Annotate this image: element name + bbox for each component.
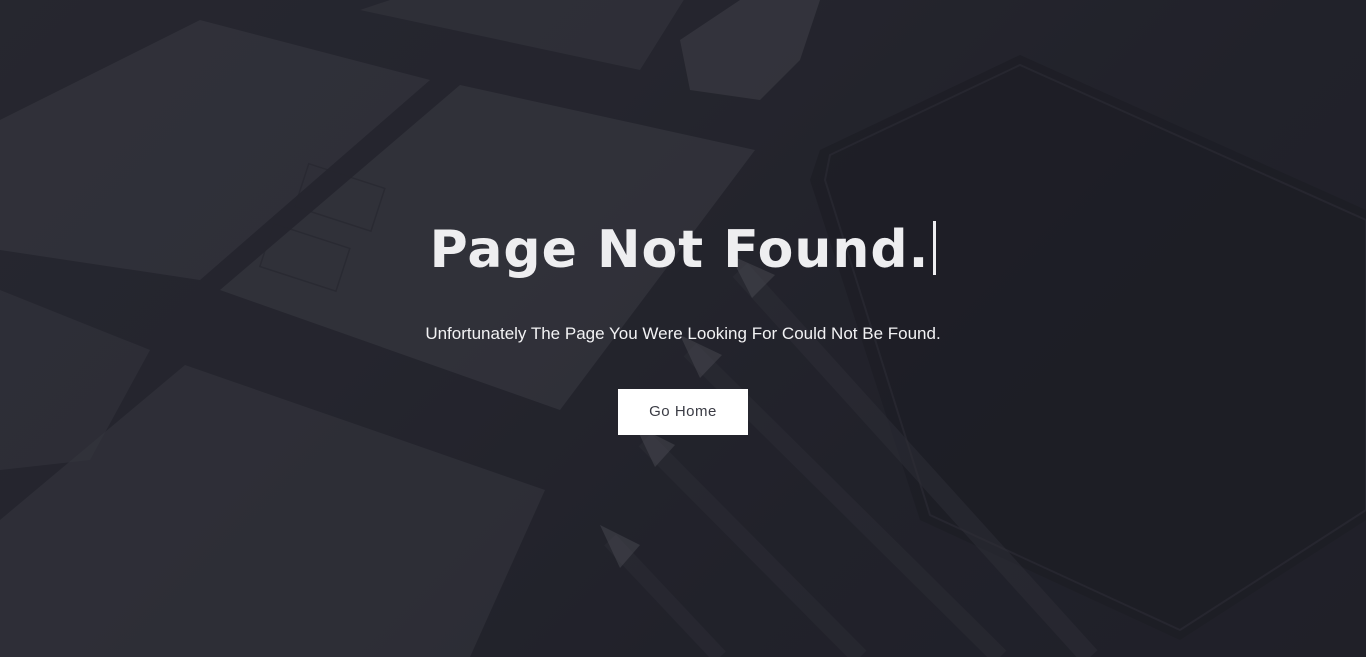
error-hero: Page Not Found. Unfortunately The Page Y… (0, 0, 1366, 657)
error-message: Unfortunately The Page You Were Looking … (425, 324, 941, 343)
error-content: Page Not Found. Unfortunately The Page Y… (0, 0, 1366, 657)
typing-cursor (933, 221, 937, 275)
page-title-text: Page Not Found. (429, 220, 930, 280)
go-home-button[interactable]: Go Home (618, 389, 748, 435)
page-title: Page Not Found. (0, 218, 1366, 282)
